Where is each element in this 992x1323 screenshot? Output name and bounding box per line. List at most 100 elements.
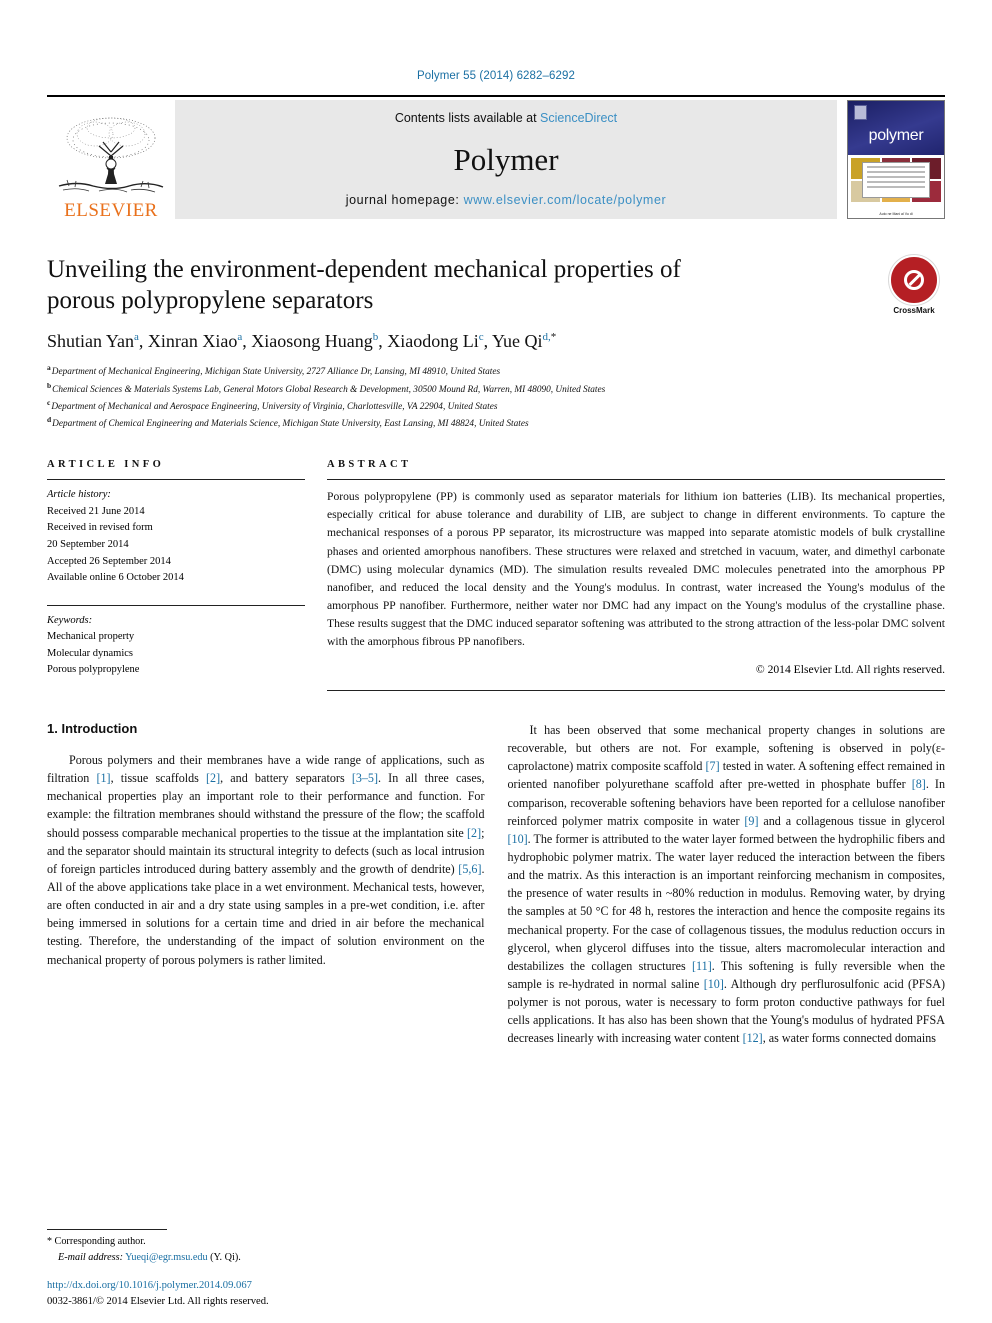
author-list: Shutian Yana, Xinran Xiaoa, Xiaosong Hua… bbox=[47, 331, 557, 351]
citation-1[interactable]: [1] bbox=[96, 771, 110, 785]
email-label: E-mail address: bbox=[58, 1251, 123, 1263]
corresponding-star: * bbox=[47, 1236, 52, 1248]
citation-5-6[interactable]: [5,6] bbox=[458, 862, 481, 876]
author-1: Shutian Yana bbox=[47, 331, 139, 351]
intro-paragraph-left: Porous polymers and their membranes have… bbox=[47, 752, 485, 967]
affiliation-a-text: Department of Mechanical Engineering, Mi… bbox=[51, 367, 501, 378]
history-item-0: Received 21 June 2014 bbox=[47, 505, 145, 517]
crossmark-icon bbox=[889, 255, 939, 305]
author-5-name: Yue Qi bbox=[492, 331, 543, 351]
history-item-3: Accepted 26 September 2014 bbox=[47, 555, 171, 567]
journal-homepage-link[interactable]: www.elsevier.com/locate/polymer bbox=[464, 193, 667, 207]
elsevier-tree-icon bbox=[58, 117, 164, 193]
issn-copyright-line: 0032-3861/© 2014 Elsevier Ltd. All right… bbox=[47, 1295, 269, 1307]
title-block: Unveiling the environment-dependent mech… bbox=[47, 255, 945, 431]
author-1-affil-mark[interactable]: a bbox=[134, 331, 139, 343]
author-5: Yue Qid,* bbox=[492, 331, 556, 351]
elsevier-wordmark: ELSEVIER bbox=[64, 200, 158, 221]
affiliation-d-text: Department of Chemical Engineering and M… bbox=[52, 419, 529, 430]
keyword-2: Porous polypropylene bbox=[47, 664, 140, 676]
author-3-affil-mark[interactable]: b bbox=[373, 331, 379, 343]
elsevier-logo: ELSEVIER bbox=[47, 97, 175, 222]
body-column-right: It has been observed that some mechanica… bbox=[508, 721, 946, 1048]
author-4-affil-mark[interactable]: c bbox=[479, 331, 484, 343]
article-title: Unveiling the environment-dependent mech… bbox=[47, 256, 681, 314]
abstract-column: ABSTRACT Porous polypropylene (PP) is co… bbox=[327, 459, 945, 691]
citation-7[interactable]: [7] bbox=[706, 759, 720, 773]
author-2-name: Xinran Xiao bbox=[147, 331, 238, 351]
citation-9[interactable]: [9] bbox=[744, 814, 758, 828]
citation-3-5[interactable]: [3–5] bbox=[352, 771, 378, 785]
affiliation-d: dDepartment of Chemical Engineering and … bbox=[47, 414, 945, 431]
keywords-label: Keywords: bbox=[47, 614, 93, 626]
doi-link[interactable]: http://dx.doi.org/10.1016/j.polymer.2014… bbox=[47, 1278, 269, 1293]
abstract-copyright: © 2014 Elsevier Ltd. All rights reserved… bbox=[755, 662, 945, 676]
citation-12[interactable]: [12] bbox=[743, 1031, 763, 1045]
cover-journal-name: polymer bbox=[868, 127, 924, 144]
affiliation-c-text: Department of Mechanical and Aerospace E… bbox=[51, 401, 498, 412]
affiliation-a: aDepartment of Mechanical Engineering, M… bbox=[47, 362, 945, 379]
masthead-center-panel: Contents lists available at ScienceDirec… bbox=[175, 100, 837, 219]
abstract-text: Porous polypropylene (PP) is commonly us… bbox=[327, 490, 945, 648]
keyword-1: Molecular dynamics bbox=[47, 647, 134, 659]
author-3: Xiaosong Huangb bbox=[251, 331, 378, 351]
journal-title: Polymer bbox=[453, 141, 559, 177]
affiliation-d-mark: d bbox=[47, 415, 52, 425]
cover-figure-panel bbox=[862, 162, 930, 198]
cover-chip-icon bbox=[854, 105, 867, 120]
affiliation-b-text: Chemical Sciences & Materials Systems La… bbox=[52, 384, 606, 395]
citation-10[interactable]: [10] bbox=[508, 832, 528, 846]
article-info-heading: ARTICLE INFO bbox=[47, 459, 165, 471]
email-suffix: (Y. Qi). bbox=[210, 1251, 241, 1263]
corresponding-author-marker[interactable]: * bbox=[551, 331, 557, 343]
crossmark-label: CrossMark bbox=[893, 306, 935, 315]
abstract-rule-bottom bbox=[327, 689, 945, 691]
info-abstract-row: ARTICLE INFO Article history: Received 2… bbox=[47, 459, 945, 691]
email-link[interactable]: Yueqi@egr.msu.edu bbox=[125, 1252, 207, 1263]
contents-prefix: Contents lists available at bbox=[394, 111, 541, 125]
author-4-name: Xiaodong Li bbox=[387, 331, 479, 351]
journal-cover-thumbnail[interactable]: polymer Auto ne Mani al Vu di bbox=[847, 100, 945, 219]
author-1-name: Shutian Yan bbox=[47, 331, 135, 351]
affiliation-c-mark: c bbox=[47, 397, 51, 407]
citation-8[interactable]: [8] bbox=[912, 777, 926, 791]
keyword-0: Mechanical property bbox=[47, 631, 135, 643]
article-history-block: Article history: Received 21 June 2014 R… bbox=[47, 480, 305, 586]
affiliation-list: aDepartment of Mechanical Engineering, M… bbox=[47, 362, 945, 431]
author-2-affil-mark[interactable]: a bbox=[237, 331, 242, 343]
history-item-1: Received in revised form bbox=[47, 522, 153, 534]
corresponding-author-text: Corresponding author. bbox=[54, 1236, 146, 1248]
citation-10b[interactable]: [10] bbox=[704, 977, 724, 991]
author-3-name: Xiaosong Huang bbox=[251, 331, 373, 351]
affiliation-c: cDepartment of Mechanical and Aerospace … bbox=[47, 397, 945, 414]
doi-zone: http://dx.doi.org/10.1016/j.polymer.2014… bbox=[47, 1278, 269, 1309]
footnote-zone: * Corresponding author. E-mail address: … bbox=[47, 1229, 487, 1265]
journal-homepage-line: journal homepage: www.elsevier.com/locat… bbox=[346, 193, 667, 207]
crossmark-badge-group[interactable]: CrossMark bbox=[883, 255, 945, 315]
footnote-rule bbox=[47, 1229, 167, 1231]
cover-footer-text: Auto ne Mani al Vu di bbox=[879, 212, 913, 216]
history-item-4: Available online 6 October 2014 bbox=[47, 572, 184, 584]
citation-2[interactable]: [2] bbox=[206, 771, 220, 785]
author-2: Xinran Xiaoa bbox=[148, 331, 242, 351]
author-5-affil-mark[interactable]: d, bbox=[543, 331, 551, 343]
citation-11[interactable]: [11] bbox=[692, 959, 712, 973]
body-column-left: 1. Introduction Porous polymers and thei… bbox=[47, 721, 485, 1048]
article-history-label: Article history: bbox=[47, 489, 111, 501]
affiliation-b-mark: b bbox=[47, 380, 52, 390]
corresponding-author-line: * Corresponding author. bbox=[47, 1234, 487, 1249]
journal-masthead: ELSEVIER Contents lists available at Sci… bbox=[47, 95, 945, 222]
citation-2b[interactable]: [2] bbox=[467, 826, 481, 840]
abstract-heading: ABSTRACT bbox=[327, 459, 412, 471]
email-line: E-mail address: Yueqi@egr.msu.edu (Y. Qi… bbox=[47, 1250, 487, 1265]
keywords-block: Keywords: Mechanical property Molecular … bbox=[47, 598, 305, 679]
article-info-column: ARTICLE INFO Article history: Received 2… bbox=[47, 459, 305, 691]
paper-page: Polymer 55 (2014) 6282–6292 ELSEVIER Con… bbox=[0, 0, 992, 1323]
intro-paragraph-right: It has been observed that some mechanica… bbox=[507, 722, 946, 1046]
affiliation-a-mark: a bbox=[47, 363, 51, 373]
sciencedirect-link[interactable]: ScienceDirect bbox=[540, 111, 617, 125]
affiliation-b: bChemical Sciences & Materials Systems L… bbox=[47, 380, 945, 397]
body-columns: 1. Introduction Porous polymers and thei… bbox=[47, 721, 945, 1048]
keywords-rule-top bbox=[47, 604, 305, 606]
history-item-2: 20 September 2014 bbox=[47, 539, 129, 550]
